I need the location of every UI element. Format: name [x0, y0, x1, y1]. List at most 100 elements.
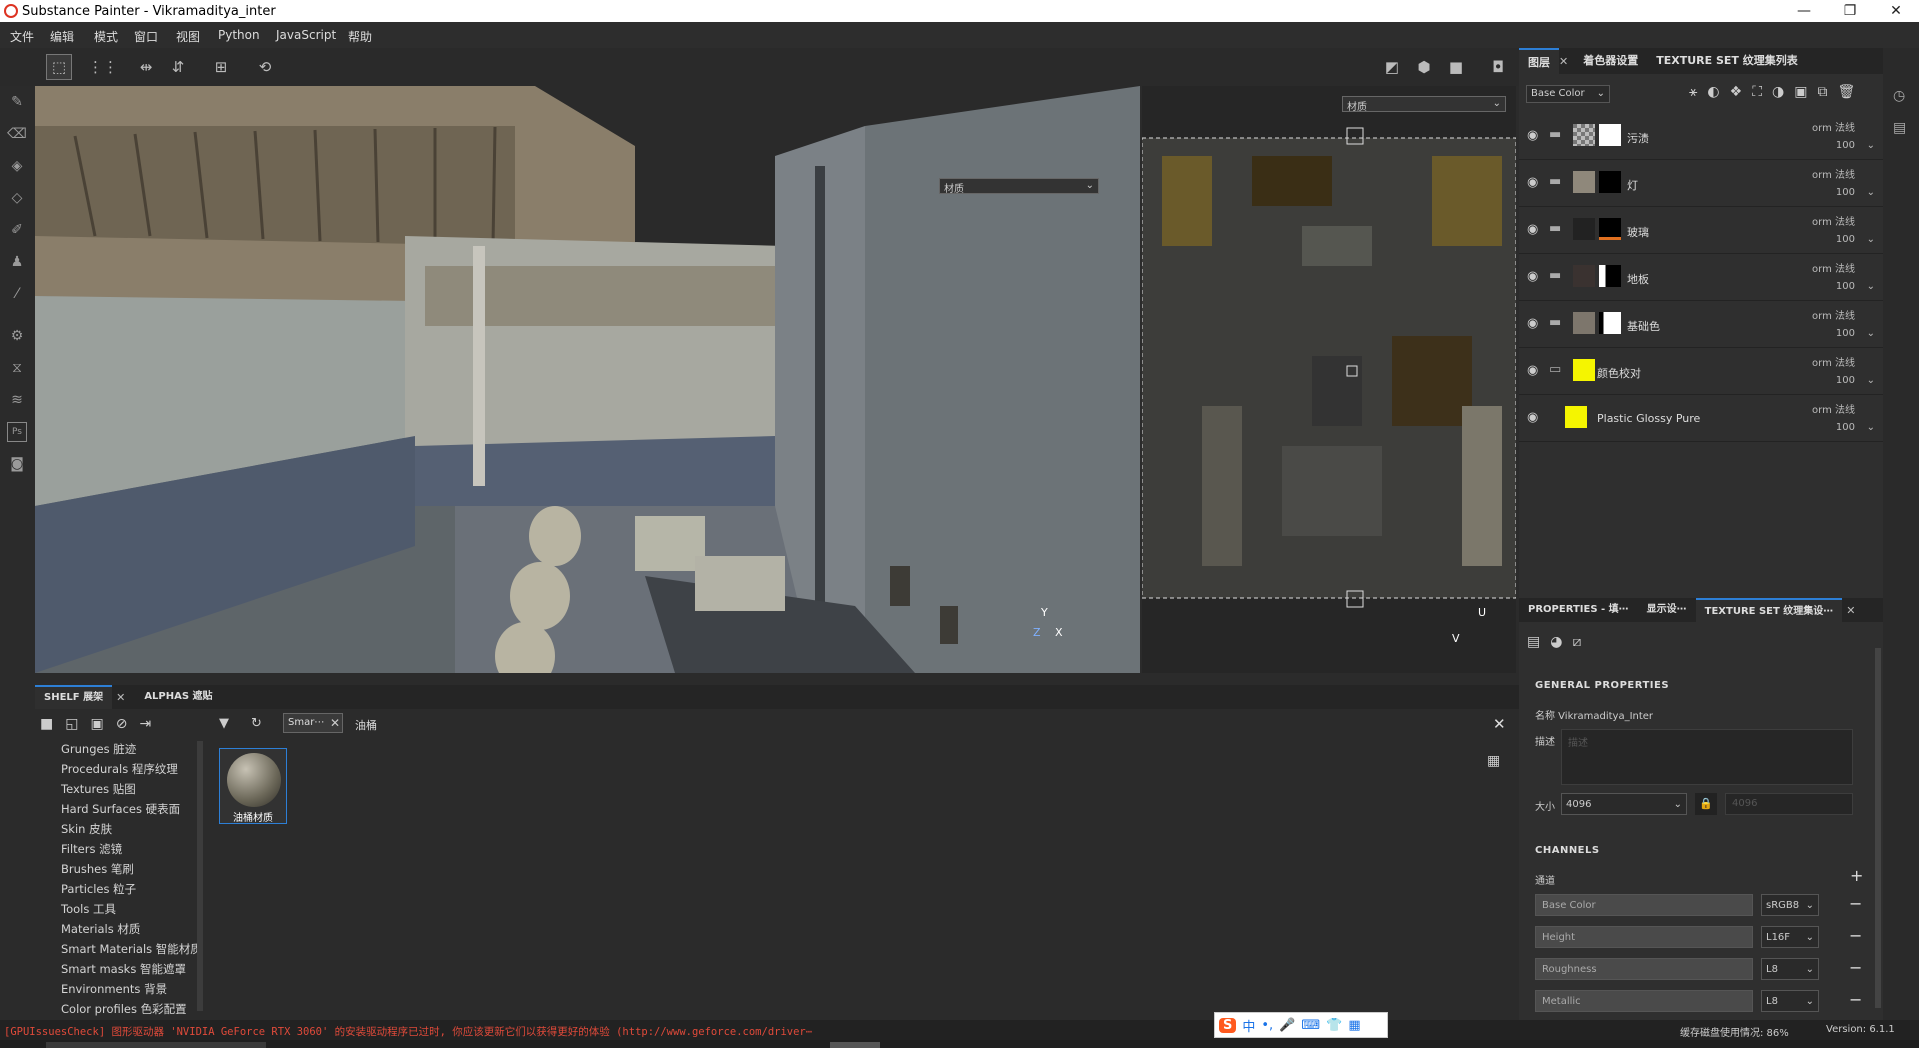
viewport-uv[interactable]: 材质 ⌄ U V — [1142, 86, 1516, 673]
channel-format-select[interactable]: L8 ⌄ — [1761, 990, 1819, 1012]
category-item[interactable]: Color profiles 色彩配置 — [61, 1001, 187, 1017]
projection-icon[interactable]: ◈ — [7, 156, 27, 176]
save-icon[interactable]: ▣ — [90, 716, 103, 732]
maximize-button[interactable]: ❐ — [1827, 0, 1873, 22]
list-item[interactable]: ◉ ▬ 基础色 orm 法线 100 ⌄ — [1519, 301, 1883, 348]
channel-format-select[interactable]: L16F ⌄ — [1761, 926, 1819, 948]
tab-properties[interactable]: PROPERTIES - 填⋯ — [1519, 598, 1638, 622]
uv-icon[interactable]: ⧄ — [1572, 634, 1581, 650]
ime-logo[interactable]: S — [1219, 1017, 1237, 1033]
layer-mode[interactable]: orm 法线 — [1812, 260, 1855, 275]
search-input[interactable]: 油桶 — [355, 717, 377, 733]
tab-texture-set-list[interactable]: TEXTURE SET 纹理集列表 — [1647, 48, 1807, 74]
shader-icon[interactable]: ◕ — [1550, 634, 1562, 650]
settings-icon[interactable]: ⚙ — [7, 326, 27, 346]
import-icon[interactable]: ⇥ — [139, 716, 151, 732]
duplicate-icon[interactable]: ⧉ — [1817, 84, 1827, 100]
grid-mode-icon[interactable]: ⋮⋮ — [88, 54, 118, 80]
chevron-down-icon[interactable]: ⌄ — [1867, 375, 1875, 386]
filter-icon[interactable]: ▼ — [219, 716, 229, 731]
category-item[interactable]: Particles 粒子 — [61, 881, 136, 897]
add-icon[interactable]: ⊞ — [208, 54, 234, 80]
photoshop-icon[interactable]: Ps — [7, 422, 27, 442]
list-item[interactable]: ◉ ▬ 灯 orm 法线 100 ⌄ — [1519, 160, 1883, 207]
uv-material-select[interactable]: 材质 ⌄ — [1342, 96, 1506, 113]
selection-mode-icon[interactable]: ⬚ — [46, 54, 72, 80]
skin-icon[interactable]: 👕 — [1326, 1018, 1342, 1033]
eye-icon[interactable]: ◉ — [1527, 410, 1543, 425]
punctuation-icon[interactable]: •, — [1261, 1018, 1273, 1033]
bake-icon[interactable]: ⧖ — [7, 358, 27, 378]
chevron-down-icon[interactable]: ⌄ — [1867, 234, 1875, 245]
layer-mode[interactable]: orm 法线 — [1812, 354, 1855, 369]
menu-help[interactable]: 帮助 — [348, 28, 372, 45]
channel-select[interactable]: Base Color ⌄ — [1526, 85, 1610, 103]
close-icon[interactable]: ✕ — [116, 691, 125, 704]
menu-edit[interactable]: 编辑 — [50, 28, 74, 45]
chevron-down-icon[interactable]: ⌄ — [1867, 281, 1875, 292]
history-icon[interactable]: ◷ — [1893, 88, 1905, 104]
mirror-y-icon[interactable]: ⇵ — [165, 54, 191, 80]
list-item[interactable]: ◉ ▬ 玻璃 orm 法线 100 ⌄ — [1519, 207, 1883, 254]
remove-channel-button[interactable]: − — [1849, 958, 1862, 977]
chevron-down-icon[interactable]: ⌄ — [1867, 422, 1875, 433]
tab-display-settings[interactable]: 显示设⋯ — [1638, 598, 1696, 622]
chevron-down-icon[interactable]: ⌄ — [1867, 187, 1875, 198]
screenshot-icon[interactable]: ◘ — [1485, 54, 1511, 80]
category-item[interactable]: Brushes 笔刷 — [61, 861, 134, 877]
tab-shelf[interactable]: SHELF 展架 — [35, 685, 113, 709]
menu-mode[interactable]: 模式 — [94, 28, 118, 45]
category-item[interactable]: Environments 背景 — [61, 981, 167, 997]
category-item[interactable]: Procedurals 程序纹理 — [61, 761, 178, 777]
folder-icon[interactable]: ▬ — [1549, 315, 1565, 330]
menu-javascript[interactable]: JavaScript — [276, 28, 336, 42]
add-layer-icon[interactable]: ❖ — [1730, 84, 1743, 100]
splitter-handle[interactable] — [830, 1042, 880, 1048]
chevron-down-icon[interactable]: ⌄ — [1867, 140, 1875, 151]
close-icon[interactable]: ✕ — [1846, 604, 1855, 617]
description-field[interactable]: 描述 — [1561, 729, 1853, 785]
tab-shader-settings[interactable]: 着色器设置 — [1574, 48, 1647, 74]
grid-view-icon[interactable]: ▦ — [1487, 753, 1500, 769]
log-icon[interactable]: ▤ — [1893, 120, 1906, 136]
eye-icon[interactable]: ◉ — [1527, 316, 1543, 331]
channel-height[interactable]: Height — [1535, 926, 1753, 948]
layer-mode[interactable]: orm 法线 — [1812, 119, 1855, 134]
add-fill-icon[interactable]: ⛶ — [1752, 84, 1762, 100]
display-mode-icon[interactable]: ◩ — [1379, 54, 1405, 80]
horizontal-scrollbar[interactable] — [46, 1042, 266, 1048]
list-item[interactable]: ◉ ▬ 污渍 orm 法线 100 ⌄ — [1519, 113, 1883, 160]
viewport-material-select[interactable]: 材质 ⌄ — [939, 178, 1099, 195]
keyboard-icon[interactable]: ⌨ — [1301, 1018, 1320, 1033]
history-icon[interactable]: ⟲ — [252, 54, 278, 80]
menu-window[interactable]: 窗口 — [134, 28, 158, 45]
category-item[interactable]: Smart Materials 智能材质 — [61, 941, 202, 957]
mirror-x-icon[interactable]: ⇹ — [133, 54, 159, 80]
remove-channel-button[interactable]: − — [1849, 894, 1862, 913]
layer-opacity[interactable]: 100 — [1836, 328, 1855, 339]
viewport-3d[interactable]: 材质 ⌄ Y X Z — [35, 86, 1140, 673]
chevron-down-icon[interactable]: ⌄ — [1867, 328, 1875, 339]
properties-scrollbar[interactable] — [1875, 648, 1881, 1008]
eye-icon[interactable]: ◉ — [1527, 128, 1543, 143]
category-item[interactable]: Grunges 脏迹 — [61, 741, 136, 757]
paint-brush-icon[interactable]: ✎ — [7, 92, 27, 112]
shelf-result-item[interactable]: 油桶材质 — [219, 748, 287, 824]
category-item[interactable]: Smart masks 智能遮罩 — [61, 961, 186, 977]
add-effect-icon[interactable]: ◑ — [1772, 84, 1784, 100]
color-picker-icon[interactable]: ⁄ — [7, 284, 27, 304]
category-item[interactable]: Textures 贴图 — [61, 781, 136, 797]
delete-icon[interactable]: 🗑 — [1837, 84, 1855, 100]
close-icon[interactable]: ✕ — [1559, 55, 1568, 68]
new-shelf-icon[interactable]: ◱ — [65, 716, 78, 732]
layers-stack-icon[interactable]: ≋ — [7, 390, 27, 410]
channel-roughness[interactable]: Roughness — [1535, 958, 1753, 980]
channel-format-select[interactable]: L8 ⌄ — [1761, 958, 1819, 980]
menu-python[interactable]: Python — [218, 28, 260, 42]
layer-opacity[interactable]: 100 — [1836, 234, 1855, 245]
layer-opacity[interactable]: 100 — [1836, 375, 1855, 386]
eye-icon[interactable]: ◉ — [1527, 175, 1543, 190]
eye-icon[interactable]: ◉ — [1527, 269, 1543, 284]
folder-icon[interactable]: ▬ — [1549, 268, 1565, 283]
category-item[interactable]: Filters 滤镜 — [61, 841, 122, 857]
